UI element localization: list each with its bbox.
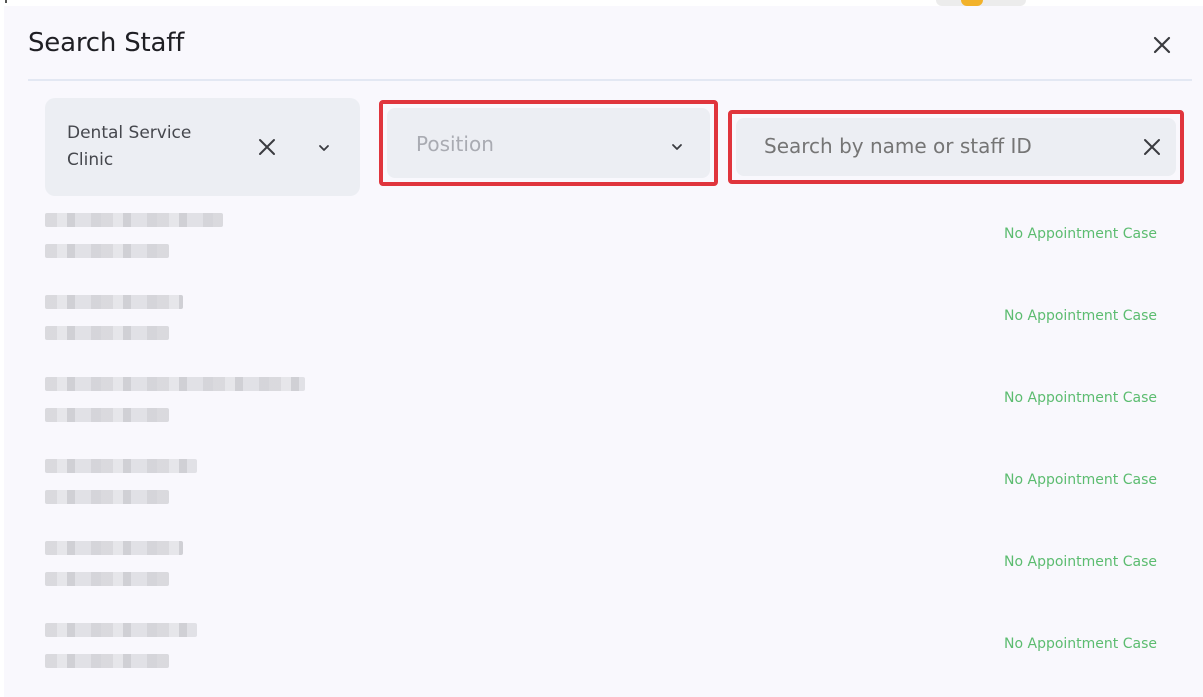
staff-list-item[interactable]: No Appointment Case (45, 534, 1175, 604)
chevron-down-icon[interactable] (670, 139, 684, 153)
edge-mark (5, 0, 7, 3)
search-staff-dialog: Search Staff Dental Service Clinic Posit… (4, 6, 1203, 697)
redacted-name (45, 459, 197, 473)
redacted-staff-id (45, 244, 169, 258)
close-icon[interactable] (1141, 136, 1163, 158)
redacted-name (45, 213, 223, 227)
redacted-name (45, 541, 183, 555)
staff-list-item[interactable]: No Appointment Case (45, 616, 1175, 686)
redacted-name (45, 295, 183, 309)
redacted-staff-id (45, 408, 169, 422)
position-placeholder: Position (416, 132, 494, 156)
staff-list-item[interactable]: No Appointment Case (45, 370, 1175, 440)
appointment-status: No Appointment Case (1004, 226, 1157, 242)
chevron-down-icon[interactable] (317, 140, 331, 154)
appointment-status: No Appointment Case (1004, 390, 1157, 406)
redacted-staff-id (45, 572, 169, 586)
header-divider (28, 79, 1192, 81)
appointment-status: No Appointment Case (1004, 308, 1157, 324)
search-field (736, 118, 1176, 176)
clinic-select[interactable]: Dental Service Clinic (45, 98, 360, 196)
staff-list-item[interactable]: No Appointment Case (45, 452, 1175, 522)
close-icon[interactable] (1149, 32, 1175, 58)
close-icon[interactable] (256, 136, 278, 158)
dialog-title: Search Staff (28, 28, 185, 58)
staff-list-item[interactable]: No Appointment Case (45, 288, 1175, 358)
redacted-staff-id (45, 654, 169, 668)
clinic-select-value: Dental Service Clinic (67, 123, 192, 170)
redacted-name (45, 377, 305, 391)
redacted-name (45, 623, 197, 637)
appointment-status: No Appointment Case (1004, 636, 1157, 652)
redacted-staff-id (45, 490, 169, 504)
redacted-staff-id (45, 326, 169, 340)
staff-list-item[interactable]: No Appointment Case (45, 206, 1175, 276)
appointment-status: No Appointment Case (1004, 554, 1157, 570)
appointment-status: No Appointment Case (1004, 472, 1157, 488)
search-input[interactable] (764, 134, 1104, 158)
position-select[interactable]: Position (387, 108, 710, 178)
